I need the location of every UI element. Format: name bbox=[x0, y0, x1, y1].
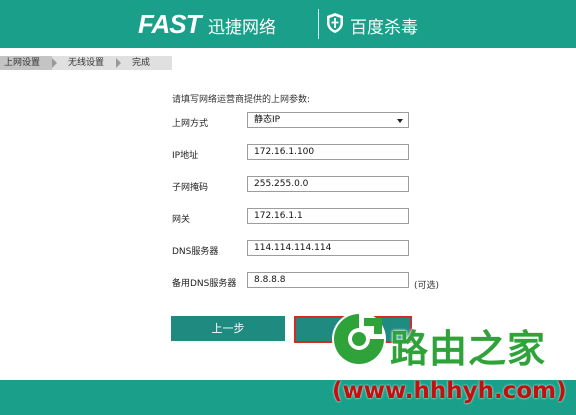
dns-server-input[interactable]: 114.114.114.114 bbox=[247, 240, 409, 256]
step-finish: 完成 bbox=[132, 58, 151, 68]
brand-name-cn: 迅捷网络 bbox=[208, 18, 276, 38]
step-internet-settings: 上网设置 bbox=[0, 56, 52, 70]
step-wireless-settings: 无线设置 bbox=[68, 58, 105, 68]
ip-address-input[interactable]: 172.16.1.100 bbox=[247, 144, 409, 160]
watermark-title: 路由之家 bbox=[390, 327, 547, 371]
routerhome-logo-icon bbox=[332, 312, 386, 366]
gateway-input[interactable]: 172.16.1.1 bbox=[247, 208, 409, 224]
step-arrow-icon bbox=[116, 58, 121, 68]
logo-divider bbox=[318, 9, 319, 39]
dns-server-label: DNS服务器 bbox=[172, 247, 219, 257]
previous-step-button[interactable]: 上一步 bbox=[171, 316, 285, 341]
connection-type-value: 静态IP bbox=[254, 115, 281, 125]
ip-address-label: IP地址 bbox=[172, 151, 199, 161]
secondary-dns-input[interactable]: 8.8.8.8 bbox=[247, 272, 409, 288]
watermark-url: (www.hhhyh.com) bbox=[332, 378, 567, 404]
form-intro-text: 请填写网络运营商提供的上网参数: bbox=[172, 95, 311, 105]
partner-name: 百度杀毒 bbox=[350, 18, 418, 38]
header-bar: FAST 迅捷网络 百度杀毒 bbox=[0, 0, 576, 48]
gateway-label: 网关 bbox=[172, 215, 191, 225]
chevron-down-icon bbox=[397, 119, 403, 123]
baidu-antivirus-shield-icon bbox=[327, 13, 343, 33]
subnet-mask-label: 子网掩码 bbox=[172, 183, 209, 193]
subnet-mask-input[interactable]: 255.255.0.0 bbox=[247, 176, 409, 192]
optional-hint: (可选) bbox=[414, 281, 440, 291]
step-arrow-icon bbox=[52, 58, 57, 68]
secondary-dns-label: 备用DNS服务器 bbox=[172, 279, 237, 289]
setup-steps-bar: 上网设置 无线设置 完成 bbox=[0, 56, 172, 70]
connection-type-select[interactable]: 静态IP bbox=[247, 112, 409, 128]
connection-type-label: 上网方式 bbox=[172, 119, 209, 129]
fast-logo: FAST bbox=[138, 9, 201, 39]
